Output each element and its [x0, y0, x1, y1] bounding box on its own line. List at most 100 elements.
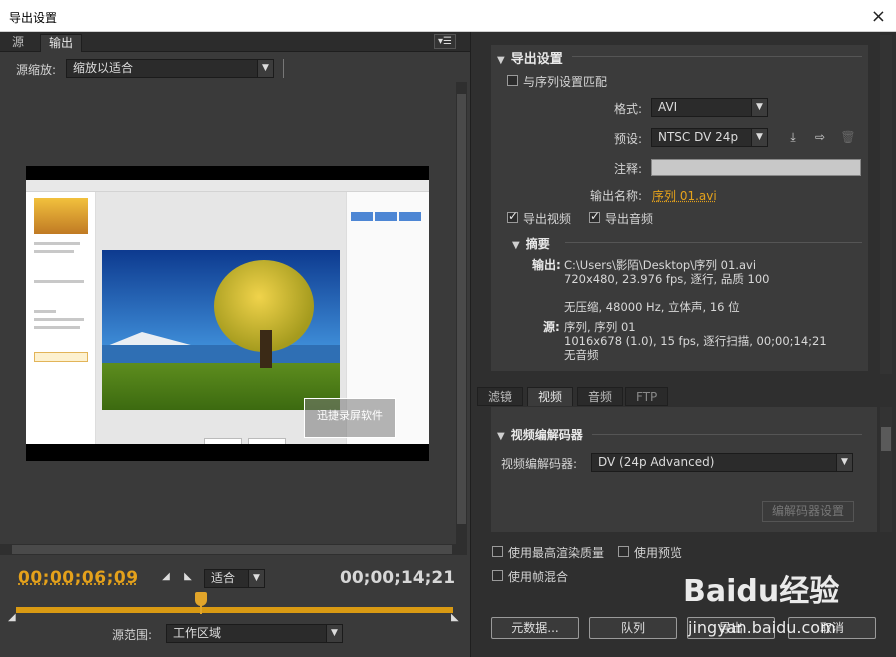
metadata-button[interactable]: 元数据...: [491, 617, 579, 639]
divider: [572, 56, 862, 57]
comment-label: 注释:: [613, 162, 642, 176]
source-range-value: 工作区域: [173, 626, 222, 640]
dropdown-arrow-icon: ▼: [248, 570, 264, 587]
playhead-line: [200, 604, 202, 614]
preview-text-line: [34, 250, 74, 253]
export-audio-checkbox[interactable]: [589, 209, 600, 223]
codec-settings-button[interactable]: 编解码器设置: [762, 501, 854, 522]
tab-output[interactable]: 输出: [40, 34, 83, 52]
preview-thumbnail: [34, 198, 88, 234]
recorder-watermark: 迅捷录屏软件: [304, 398, 396, 438]
summary-output-audio: 无压缩, 48000 Hz, 立体声, 16 位: [564, 300, 740, 314]
video-codec-label: 视频编解码器:: [501, 457, 578, 471]
comment-field[interactable]: [651, 159, 861, 176]
scrollbar-thumb[interactable]: [457, 94, 466, 524]
delete-preset-icon[interactable]: 🗑: [840, 130, 856, 144]
format-label: 格式:: [613, 102, 642, 116]
landscape-image: [102, 250, 340, 410]
preset-label: 预设:: [613, 132, 642, 146]
import-preset-icon[interactable]: ⇨: [812, 130, 828, 144]
source-range-label: 源范围:: [112, 628, 153, 642]
max-render-quality-label: 使用最高渲染质量: [508, 546, 605, 560]
out-point-icon[interactable]: ◣: [451, 612, 459, 623]
baidu-logo-watermark: Baidu经验: [683, 574, 840, 609]
divider: [565, 242, 862, 243]
panel-menu-icon[interactable]: ▾☰: [434, 34, 456, 49]
summary-source-key: 源:: [543, 320, 560, 334]
match-sequence-checkbox[interactable]: [507, 75, 518, 86]
output-name-link[interactable]: 序列 01.avi: [652, 187, 717, 204]
scrollbar-thumb[interactable]: [12, 545, 452, 554]
frame-blending-label: 使用帧混合: [508, 570, 569, 584]
dropdown-arrow-icon: ▼: [326, 625, 342, 642]
close-icon[interactable]: ×: [871, 6, 886, 27]
source-scale-row: 源缩放: 缩放以适合 ▼: [0, 54, 470, 82]
format-dropdown[interactable]: AVI ▼: [651, 98, 768, 117]
preview-cancel-button: [248, 438, 286, 444]
save-preset-icon[interactable]: ⤓: [785, 130, 801, 144]
mark-in-icon[interactable]: ◢: [160, 571, 172, 583]
timeline-bar[interactable]: [16, 607, 453, 613]
current-timecode[interactable]: 00;00;06;09: [18, 568, 139, 588]
export-video-checkbox[interactable]: [507, 209, 518, 223]
preset-dropdown[interactable]: NTSC DV 24p ▼: [651, 128, 768, 147]
scrollbar-thumb[interactable]: [881, 427, 891, 451]
export-settings-header[interactable]: ▼ 导出设置: [497, 48, 563, 67]
output-name-label: 输出名称:: [589, 189, 642, 203]
max-render-quality-checkbox[interactable]: [492, 546, 503, 557]
format-value: AVI: [658, 100, 678, 114]
tab-video[interactable]: 视频: [527, 387, 574, 406]
use-preview-checkbox[interactable]: [618, 546, 629, 557]
tab-source[interactable]: 源: [4, 34, 32, 52]
preview-text-line: [34, 326, 80, 329]
mark-out-icon[interactable]: ◣: [182, 571, 194, 583]
left-tab-bar: 源 输出 ▾☰: [0, 32, 470, 52]
preview-tab: [399, 212, 421, 221]
preview-vertical-scrollbar[interactable]: [456, 82, 467, 544]
video-preview-frame: 迅捷录屏软件: [26, 166, 429, 461]
preview-apply-button: [204, 438, 242, 444]
video-codec-dropdown[interactable]: DV (24p Advanced) ▼: [591, 453, 853, 472]
summary-header[interactable]: ▼ 摘要: [512, 235, 550, 252]
end-timecode: 00;00;14;21: [340, 568, 456, 588]
dropdown-arrow-icon: ▼: [751, 129, 767, 146]
settings-tab-bar: 滤镜 视频 音频 FTP: [477, 387, 892, 407]
preview-app-sidebar: [26, 192, 96, 444]
video-codec-header[interactable]: ▼ 视频编解码器: [497, 426, 583, 443]
tab-filters[interactable]: 滤镜: [477, 387, 524, 406]
export-video-label: 导出视频: [523, 212, 572, 226]
baidu-url-watermark: jingyan.baidu.com: [688, 618, 836, 637]
tab-audio[interactable]: 音频: [577, 387, 624, 406]
video-settings-scrollbar[interactable]: [880, 407, 892, 532]
lake: [102, 345, 340, 363]
tab-ftp[interactable]: FTP: [625, 387, 669, 406]
dropdown-arrow-icon: ▼: [751, 99, 767, 116]
divider: [592, 434, 862, 435]
summary-output-video: 720x480, 23.976 fps, 逐行, 品质 100: [564, 272, 770, 286]
use-preview-label: 使用预览: [634, 546, 683, 560]
video-codec-title: 视频编解码器: [510, 428, 583, 442]
zoom-fit-value: 适合: [211, 571, 236, 585]
summary-source-video: 1016x678 (1.0), 15 fps, 逐行扫描, 00;00;14;2…: [564, 334, 827, 348]
in-point-icon[interactable]: ◢: [8, 612, 16, 623]
queue-button[interactable]: 队列: [589, 617, 677, 639]
video-codec-value: DV (24p Advanced): [598, 455, 715, 469]
preview-tab: [375, 212, 397, 221]
preview-horizontal-scrollbar[interactable]: [0, 544, 467, 555]
preview-text-line: [34, 242, 80, 245]
source-scale-dropdown[interactable]: 缩放以适合 ▼: [66, 59, 274, 78]
collapse-triangle-icon: ▼: [497, 55, 505, 66]
preview-text-line: [34, 310, 56, 313]
preview-tab: [351, 212, 373, 221]
export-settings-scrollbar[interactable]: [880, 35, 892, 374]
summary-title: 摘要: [525, 237, 550, 251]
preview-text-line: [34, 318, 84, 321]
preview-button: [34, 352, 88, 362]
preview-screenshot: 迅捷录屏软件: [26, 180, 429, 444]
zoom-fit-dropdown[interactable]: 适合 ▼: [204, 569, 265, 588]
source-range-dropdown[interactable]: 工作区域 ▼: [166, 624, 343, 643]
summary-output-key: 输出:: [532, 258, 561, 272]
divider: [283, 59, 284, 78]
preview-slider: [34, 280, 84, 283]
frame-blending-checkbox[interactable]: [492, 570, 503, 581]
